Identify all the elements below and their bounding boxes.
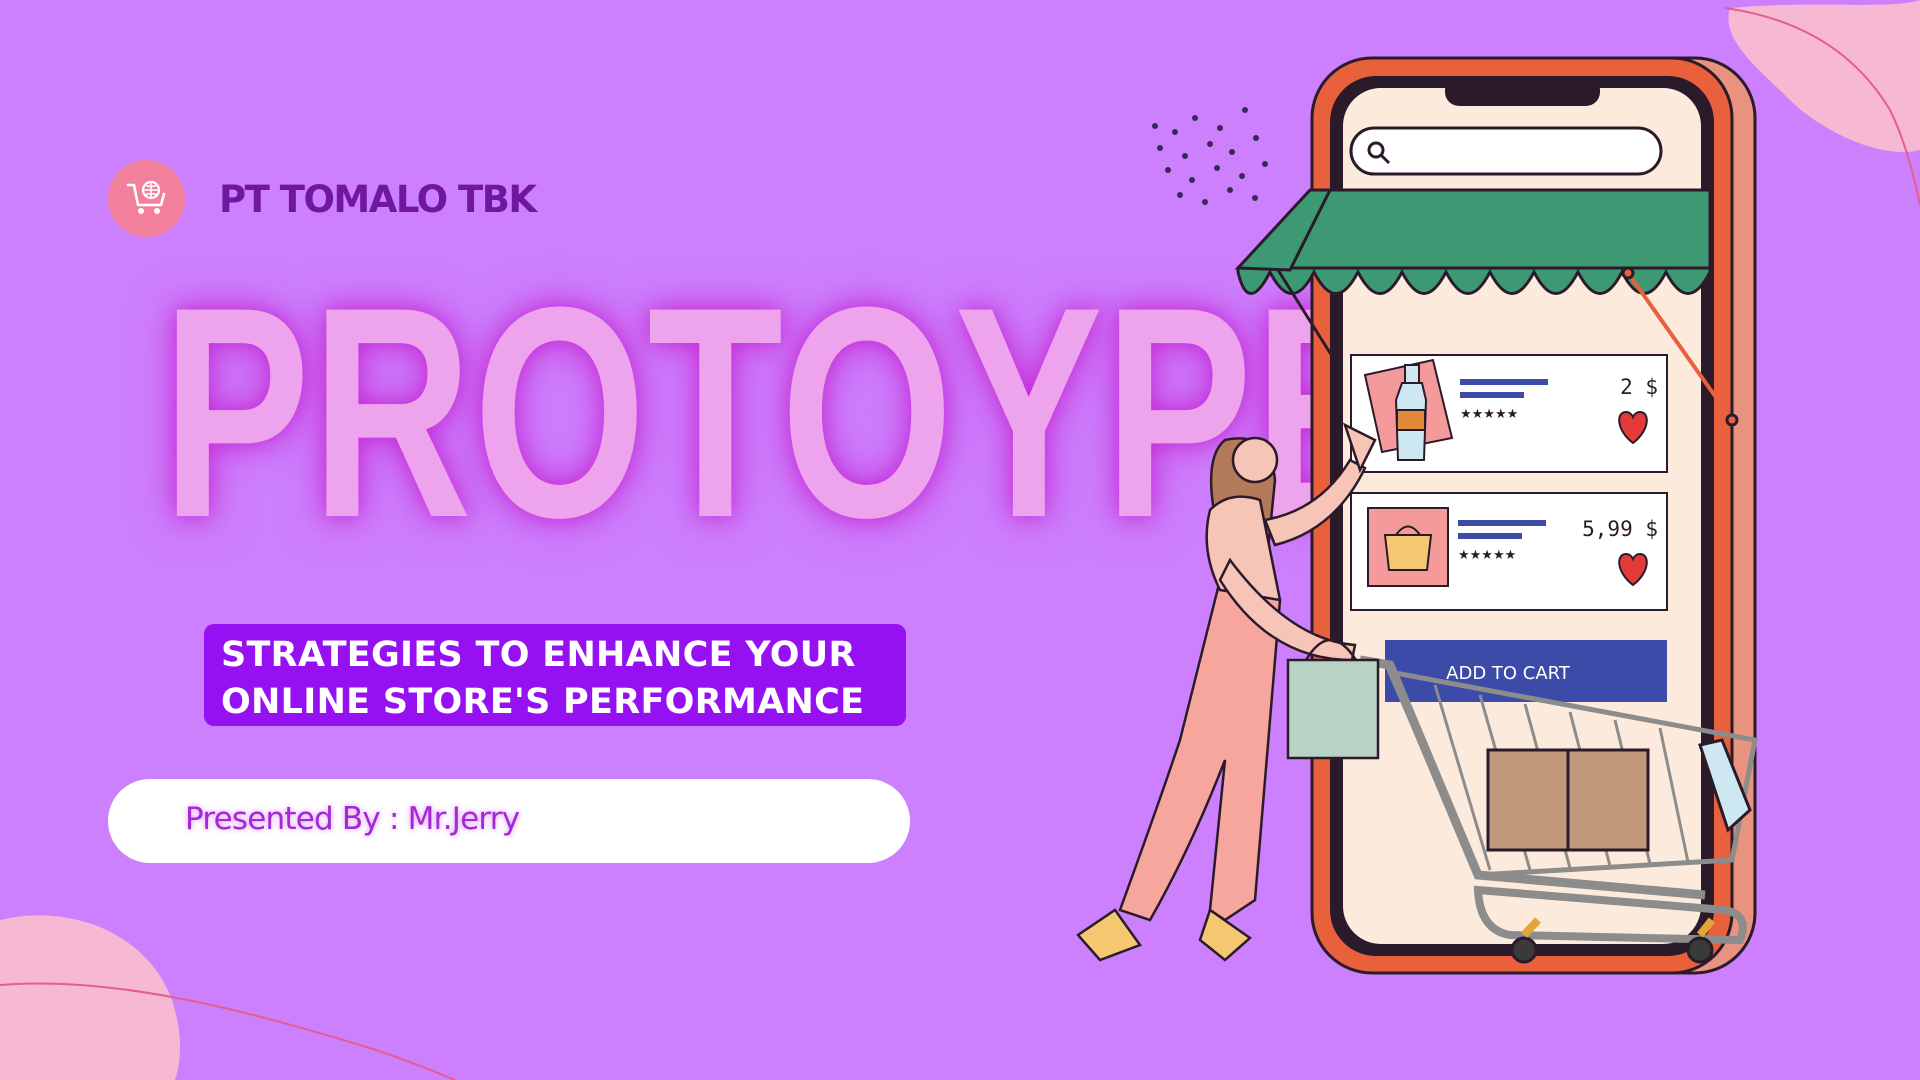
corner-blob-bottom-left — [0, 915, 456, 1080]
presenter-label: Presented By : Mr.Jerry — [185, 801, 520, 837]
subtitle-banner: STRATEGIES TO ENHANCE YOUR ONLINE STORE'… — [204, 624, 906, 726]
company-name: PT TOMALO TBK — [219, 178, 537, 221]
product-1-price: 2 $ — [1620, 375, 1658, 399]
product-2-rating: ★★★★★ — [1458, 548, 1516, 563]
brand-logo — [108, 160, 185, 237]
subtitle-line-1: STRATEGIES TO ENHANCE YOUR — [221, 635, 856, 675]
product-card-1: ★★★★★ 2 $ — [1350, 354, 1668, 473]
search-bar — [1349, 126, 1663, 176]
product-card-2: ★★★★★ 5,99 $ — [1350, 492, 1668, 611]
subtitle-line-2: ONLINE STORE'S PERFORMANCE — [221, 682, 865, 722]
dots-decoration — [1152, 107, 1268, 205]
add-to-cart-label: ADD TO CART — [1446, 663, 1571, 684]
online-shopping-illustration: ★★★★★ 2 $ ★★★★★ 5,99 $ ADD TO CART — [1076, 56, 1758, 975]
presenter-pill: Presented By : Mr.Jerry — [108, 779, 910, 863]
product-2-price: 5,99 $ — [1582, 517, 1658, 541]
product-1-rating: ★★★★★ — [1460, 407, 1518, 422]
shopping-cart-globe-icon — [126, 180, 165, 214]
